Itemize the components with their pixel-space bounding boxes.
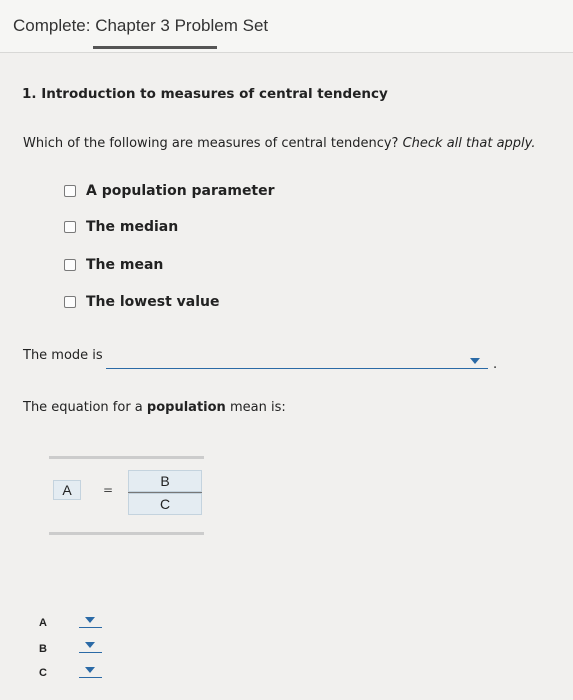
question-prompt: Which of the following are measures of c… (23, 136, 535, 151)
option-mean[interactable]: The mean (64, 257, 163, 273)
equation-top-rule (49, 456, 204, 459)
equation-denominator-slot[interactable]: C (128, 493, 202, 515)
question-title: 1. Introduction to measures of central t… (22, 86, 388, 102)
option-label: A population parameter (86, 183, 275, 199)
chevron-down-icon[interactable] (85, 642, 95, 648)
checkbox[interactable] (64, 185, 76, 197)
option-median[interactable]: The median (64, 219, 178, 235)
equation-bottom-rule (49, 532, 204, 535)
option-lowest-value[interactable]: The lowest value (64, 294, 219, 310)
equation-label-prefix: The equation for a (23, 400, 143, 415)
dropdown-a[interactable] (79, 614, 102, 628)
option-label: The lowest value (86, 294, 220, 310)
dropdown-b[interactable] (79, 639, 102, 653)
chevron-down-icon[interactable] (85, 617, 95, 623)
prompt-instruction: Check all that apply. (402, 136, 536, 151)
chevron-down-icon[interactable] (470, 358, 480, 364)
equation-lhs-slot[interactable]: A (53, 480, 81, 500)
equation-label: The equation for a population mean is: (23, 400, 286, 415)
equals-sign: = (103, 483, 114, 497)
header-bar: Complete: Chapter 3 Problem Set (0, 0, 573, 53)
chevron-down-icon[interactable] (85, 667, 95, 673)
equation-label-bold: population (146, 400, 226, 415)
page-title: Complete: Chapter 3 Problem Set (13, 16, 269, 35)
tab-indicator (93, 46, 217, 49)
dropdown-letter-b: B (39, 643, 47, 655)
dropdown-c[interactable] (79, 664, 102, 678)
checkbox[interactable] (64, 221, 76, 233)
equation-label-suffix: mean is: (229, 400, 286, 415)
option-population-parameter[interactable]: A population parameter (64, 183, 275, 199)
option-label: The mean (86, 257, 164, 273)
option-label: The median (86, 219, 179, 235)
checkbox[interactable] (64, 296, 76, 308)
dropdown-letter-c: C (39, 667, 47, 679)
mode-period: . (493, 357, 498, 372)
equation-editor: A = B C (49, 456, 204, 536)
mode-dropdown[interactable] (106, 354, 488, 369)
equation-numerator-slot[interactable]: B (128, 470, 202, 492)
checkbox[interactable] (64, 259, 76, 271)
mode-label: The mode is (23, 348, 103, 363)
prompt-text: Which of the following are measures of c… (23, 136, 399, 151)
dropdown-letter-a: A (39, 617, 47, 629)
